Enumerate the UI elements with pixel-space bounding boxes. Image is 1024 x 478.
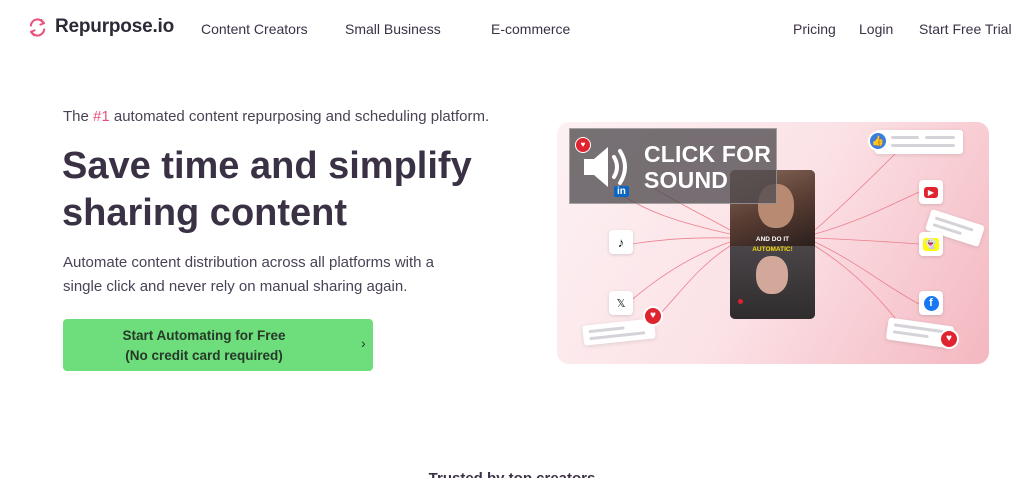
nav-ecommerce[interactable]: E-commerce xyxy=(491,21,570,37)
comment-bubble-top-right xyxy=(875,130,963,154)
nav-content-creators[interactable]: Content Creators xyxy=(201,21,308,37)
click-for-sound-label: CLICK FOR SOUND xyxy=(644,141,771,193)
facebook-glyph: f xyxy=(923,295,939,311)
sound-line-1: CLICK FOR xyxy=(644,141,772,167)
nav-start-free-trial[interactable]: Start Free Trial xyxy=(919,21,1012,37)
hero-tagline: The #1 automated content repurposing and… xyxy=(63,108,489,125)
tagline-suffix: automated content repurposing and schedu… xyxy=(109,108,490,125)
hero-visual: 👍 ♥ ♥ ♪ 𝕏 ▶ 👻 f AND DO IT AUTOMATIC! CLI… xyxy=(557,122,989,364)
snapchat-icon: 👻 xyxy=(919,232,943,256)
sound-line-2: SOUND xyxy=(644,167,729,193)
start-automating-button[interactable]: Start Automating for Free (No credit car… xyxy=(63,319,373,371)
nav-small-business[interactable]: Small Business xyxy=(345,21,441,37)
heart-icon: ♥ xyxy=(939,329,959,349)
cta-line-2: (No credit card required) xyxy=(125,348,283,363)
brand-logo[interactable]: Repurpose.io xyxy=(27,16,174,38)
record-dot-icon xyxy=(738,299,743,304)
nav-pricing[interactable]: Pricing xyxy=(793,21,836,37)
video-caption-1: AND DO IT xyxy=(755,236,790,243)
headline-line-1: Save time and simplify xyxy=(62,145,472,187)
trusted-by-heading: Trusted by top creators xyxy=(0,470,1024,478)
brand-name: Repurpose.io xyxy=(55,16,175,37)
snapchat-glyph: 👻 xyxy=(922,237,940,251)
headline-line-2: sharing content xyxy=(62,192,348,234)
x-icon: 𝕏 xyxy=(609,291,633,315)
repurpose-logo-icon xyxy=(29,17,46,37)
hero-subtext: Automate content distribution across all… xyxy=(63,254,435,295)
tagline-prefix: The xyxy=(63,108,94,125)
x-glyph: 𝕏 xyxy=(616,297,626,310)
youtube-icon: ▶ xyxy=(919,180,943,204)
tiktok-icon: ♪ xyxy=(609,230,633,254)
like-icon: 👍 xyxy=(868,131,888,151)
cta-line-1: Start Automating for Free xyxy=(122,328,286,343)
tagline-highlight: #1 xyxy=(93,108,110,125)
chevron-right-icon: › xyxy=(361,335,366,351)
top-nav: Repurpose.io Content Creators Small Busi… xyxy=(0,0,1024,58)
hero-headline: Save time and simplify sharing content xyxy=(62,143,542,237)
tiktok-glyph: ♪ xyxy=(617,234,625,250)
click-for-sound-button[interactable]: CLICK FOR SOUND ♥ in xyxy=(569,128,777,204)
nav-login[interactable]: Login xyxy=(859,21,893,37)
video-caption-2: AUTOMATIC! xyxy=(752,246,793,253)
cta-label: Start Automating for Free (No credit car… xyxy=(63,326,345,366)
heart-icon: ♥ xyxy=(575,137,591,153)
youtube-glyph: ▶ xyxy=(923,186,939,198)
person-image xyxy=(756,256,788,294)
heart-icon: ♥ xyxy=(643,306,663,326)
linkedin-icon: in xyxy=(614,186,629,197)
facebook-icon: f xyxy=(919,291,943,315)
